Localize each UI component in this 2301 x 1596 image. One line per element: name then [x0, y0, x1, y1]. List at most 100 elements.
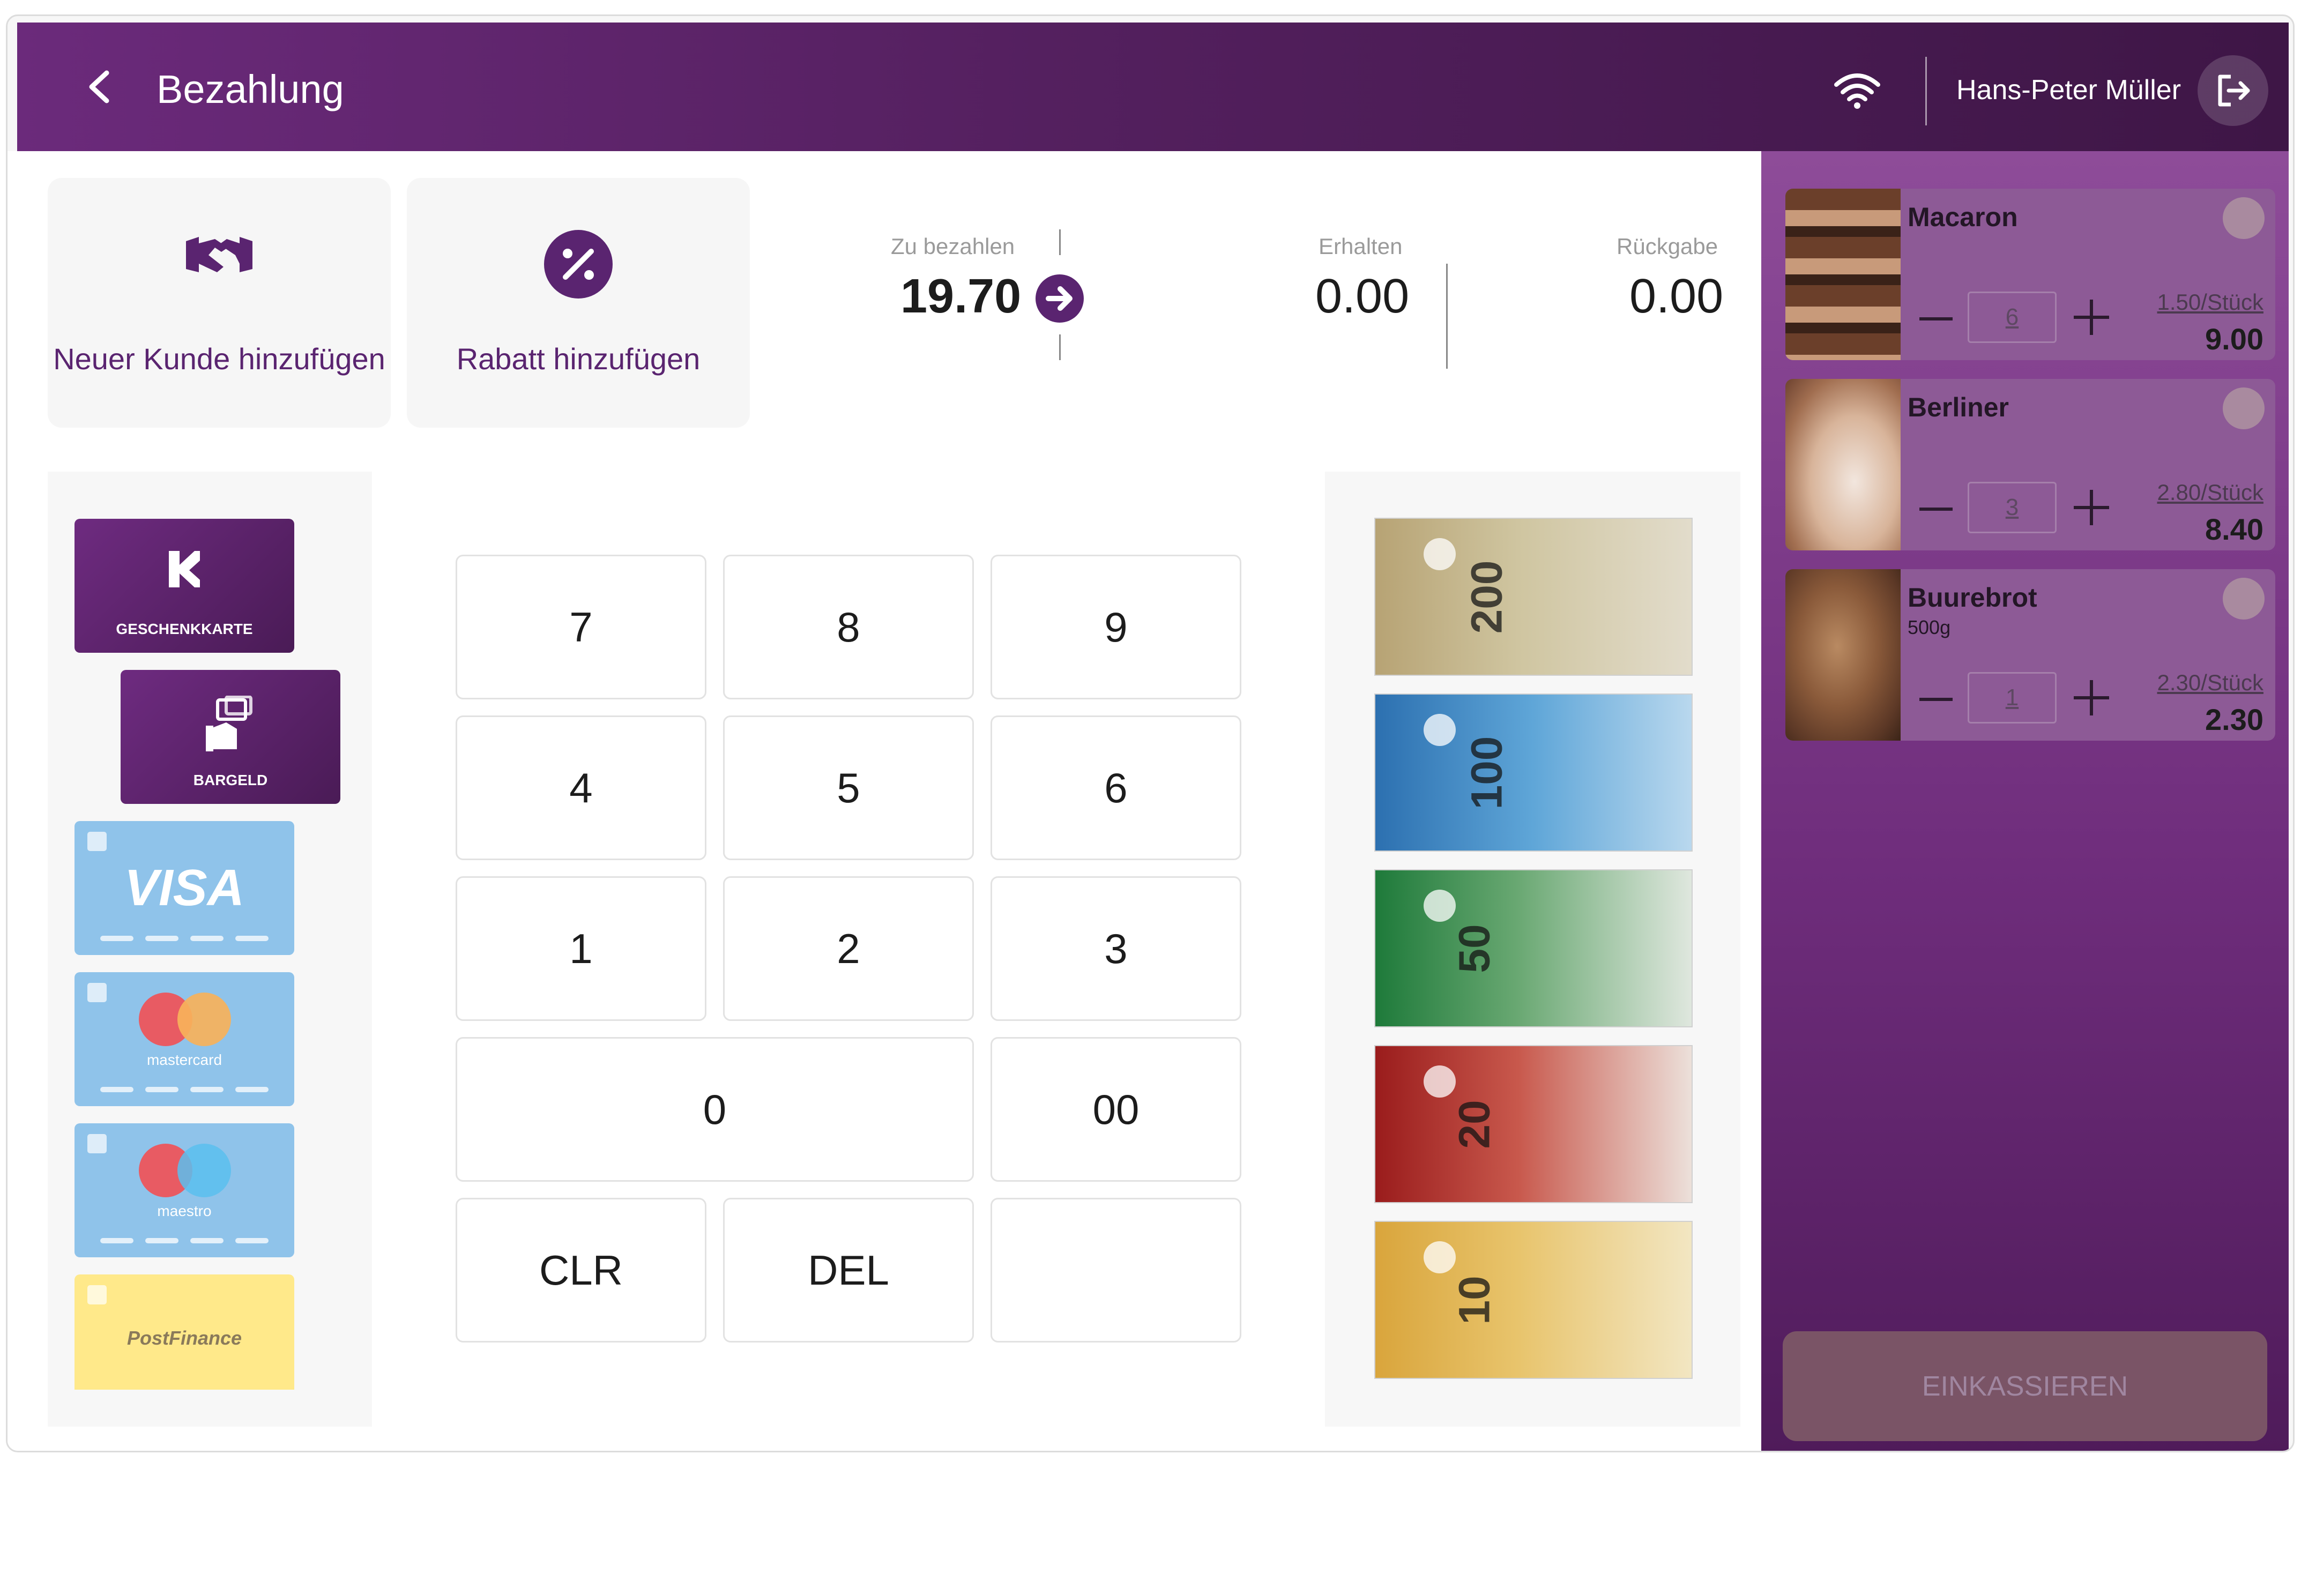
delete-button[interactable]: DEL	[723, 1198, 974, 1343]
summary-divider	[1446, 264, 1448, 369]
banknote-100-value: 100	[1462, 736, 1511, 809]
decrease-button[interactable]	[1919, 317, 1953, 320]
unit-price: 2.30/Stück	[2157, 670, 2263, 695]
key-2[interactable]: 2	[723, 876, 974, 1021]
seller-avatar	[2223, 387, 2265, 429]
cart-item[interactable]: Buurebrot 500g 1 2.30/Stück 2.30	[1785, 569, 2275, 741]
key-1[interactable]: 1	[456, 876, 706, 1021]
cart-item[interactable]: Berliner 3 2.80/Stück 8.40	[1785, 379, 2275, 550]
mastercard-label: mastercard	[146, 1051, 222, 1068]
product-name: Buurebrot	[1908, 583, 2037, 613]
percent-icon	[544, 230, 613, 299]
apply-amount-button[interactable]	[1036, 274, 1084, 323]
increase-button[interactable]	[2074, 490, 2109, 525]
empty-key[interactable]	[991, 1198, 1241, 1343]
visa-button[interactable]: VISA	[75, 821, 294, 955]
maestro-label: maestro	[157, 1203, 212, 1219]
add-discount-button[interactable]: Rabatt hinzufügen	[407, 178, 750, 428]
product-weight: 500g	[1908, 616, 1951, 638]
card-chip	[87, 1285, 107, 1304]
top-bar: Bezahlung Hans-Peter Müller	[17, 23, 2289, 151]
user-name: Hans-Peter Müller	[1956, 74, 2181, 106]
page-title: Bezahlung	[157, 67, 344, 111]
quantity-field[interactable]: 1	[1968, 672, 2057, 724]
giftcard-logo-icon	[169, 551, 200, 587]
product-name: Berliner	[1908, 392, 2009, 422]
banknote-20-value: 20	[1450, 1099, 1499, 1149]
seller-avatar	[2223, 197, 2265, 239]
checkout-button[interactable]: EINKASSIEREN	[1783, 1331, 2267, 1441]
key-4[interactable]: 4	[456, 715, 706, 860]
key-0[interactable]: 0	[456, 1037, 974, 1182]
line-total: 8.40	[2205, 512, 2263, 546]
card-number-dots	[100, 1087, 269, 1092]
key-9[interactable]: 9	[991, 555, 1241, 699]
received-value: 0.00	[1315, 270, 1410, 323]
card-chip	[87, 1134, 107, 1153]
add-discount-label: Rabatt hinzufügen	[456, 342, 701, 376]
banknote-20[interactable]: 20	[1374, 1045, 1693, 1203]
key-7[interactable]: 7	[456, 555, 706, 699]
giftcard-button[interactable]: GESCHENKKARTE	[75, 519, 294, 653]
increase-button[interactable]	[2074, 680, 2109, 715]
quantity-field[interactable]: 6	[1968, 292, 2057, 343]
product-image	[1785, 379, 1901, 550]
unit-price: 1.50/Stück	[2157, 289, 2263, 315]
maestro-circles-icon	[139, 1144, 231, 1197]
logout-icon	[2218, 74, 2250, 107]
header-divider	[1925, 57, 1927, 125]
payment-content: Neuer Kunde hinzufügen Rabatt hinzufügen…	[8, 151, 1761, 1451]
chevron-left-icon	[89, 70, 109, 103]
due-label: Zu bezahlen	[891, 234, 1015, 259]
cash-label: BARGELD	[193, 772, 268, 788]
mastercard-circles-icon	[139, 993, 231, 1046]
quantity-field[interactable]: 3	[1968, 482, 2057, 533]
postfinance-logo: PostFinance	[126, 1327, 242, 1349]
key-00[interactable]: 00	[991, 1037, 1241, 1182]
due-divider-top	[1059, 229, 1061, 255]
cash-button[interactable]: BARGELD	[121, 670, 340, 804]
line-total: 9.00	[2205, 322, 2263, 356]
decrease-button[interactable]	[1919, 508, 1953, 511]
banknote-50[interactable]: 50	[1374, 869, 1693, 1027]
add-customer-button[interactable]: Neuer Kunde hinzufügen	[48, 178, 391, 428]
mastercard-button[interactable]: mastercard	[75, 972, 294, 1106]
key-6[interactable]: 6	[991, 715, 1241, 860]
unit-price: 2.80/Stück	[2157, 480, 2263, 505]
clear-button[interactable]: CLR	[456, 1198, 706, 1343]
due-divider-bottom	[1059, 334, 1061, 360]
line-total: 2.30	[2205, 703, 2263, 736]
key-3[interactable]: 3	[991, 876, 1241, 1021]
decrease-button[interactable]	[1919, 698, 1953, 701]
handshake-icon	[186, 237, 252, 272]
banknote-200-value: 200	[1462, 560, 1511, 633]
due-value: 19.70	[900, 270, 1022, 323]
increase-button[interactable]	[2074, 300, 2109, 335]
key-8[interactable]: 8	[723, 555, 974, 699]
change-label: Rückgabe	[1617, 234, 1718, 259]
banknote-200[interactable]: 200	[1374, 518, 1693, 676]
banknote-10[interactable]: 10	[1374, 1221, 1693, 1379]
received-label: Erhalten	[1319, 234, 1403, 259]
back-button[interactable]	[79, 65, 122, 108]
maestro-button[interactable]: maestro	[75, 1123, 294, 1257]
cart-panel: Macaron 6 1.50/Stück 9.00 Berliner 3 2.8…	[1761, 151, 2289, 1451]
cart-item[interactable]: Macaron 6 1.50/Stück 9.00	[1785, 189, 2275, 360]
wifi-icon	[1834, 73, 1880, 109]
card-number-dots	[100, 1238, 269, 1243]
postfinance-button[interactable]: PostFinance	[75, 1274, 294, 1390]
giftcard-label: GESCHENKKARTE	[116, 621, 253, 637]
banknote-10-value: 10	[1450, 1275, 1499, 1325]
numeric-keypad: 7 8 9 4 5 6 1 2 3 0 00 CLR DEL	[372, 472, 1325, 1427]
app-window: Bezahlung Hans-Peter Müller Neuer Kunde …	[6, 14, 2295, 1452]
key-5[interactable]: 5	[723, 715, 974, 860]
product-name: Macaron	[1908, 202, 2018, 232]
change-value: 0.00	[1629, 270, 1724, 323]
banknote-50-value: 50	[1450, 923, 1499, 973]
banknote-100[interactable]: 100	[1374, 693, 1693, 852]
visa-logo: VISA	[124, 859, 245, 916]
logout-button[interactable]	[2198, 55, 2268, 126]
payment-panel: GESCHENKKARTE BARGELD VISA mastercard ma…	[48, 472, 1740, 1427]
cash-hand-icon	[206, 696, 252, 751]
card-number-dots	[100, 936, 269, 941]
